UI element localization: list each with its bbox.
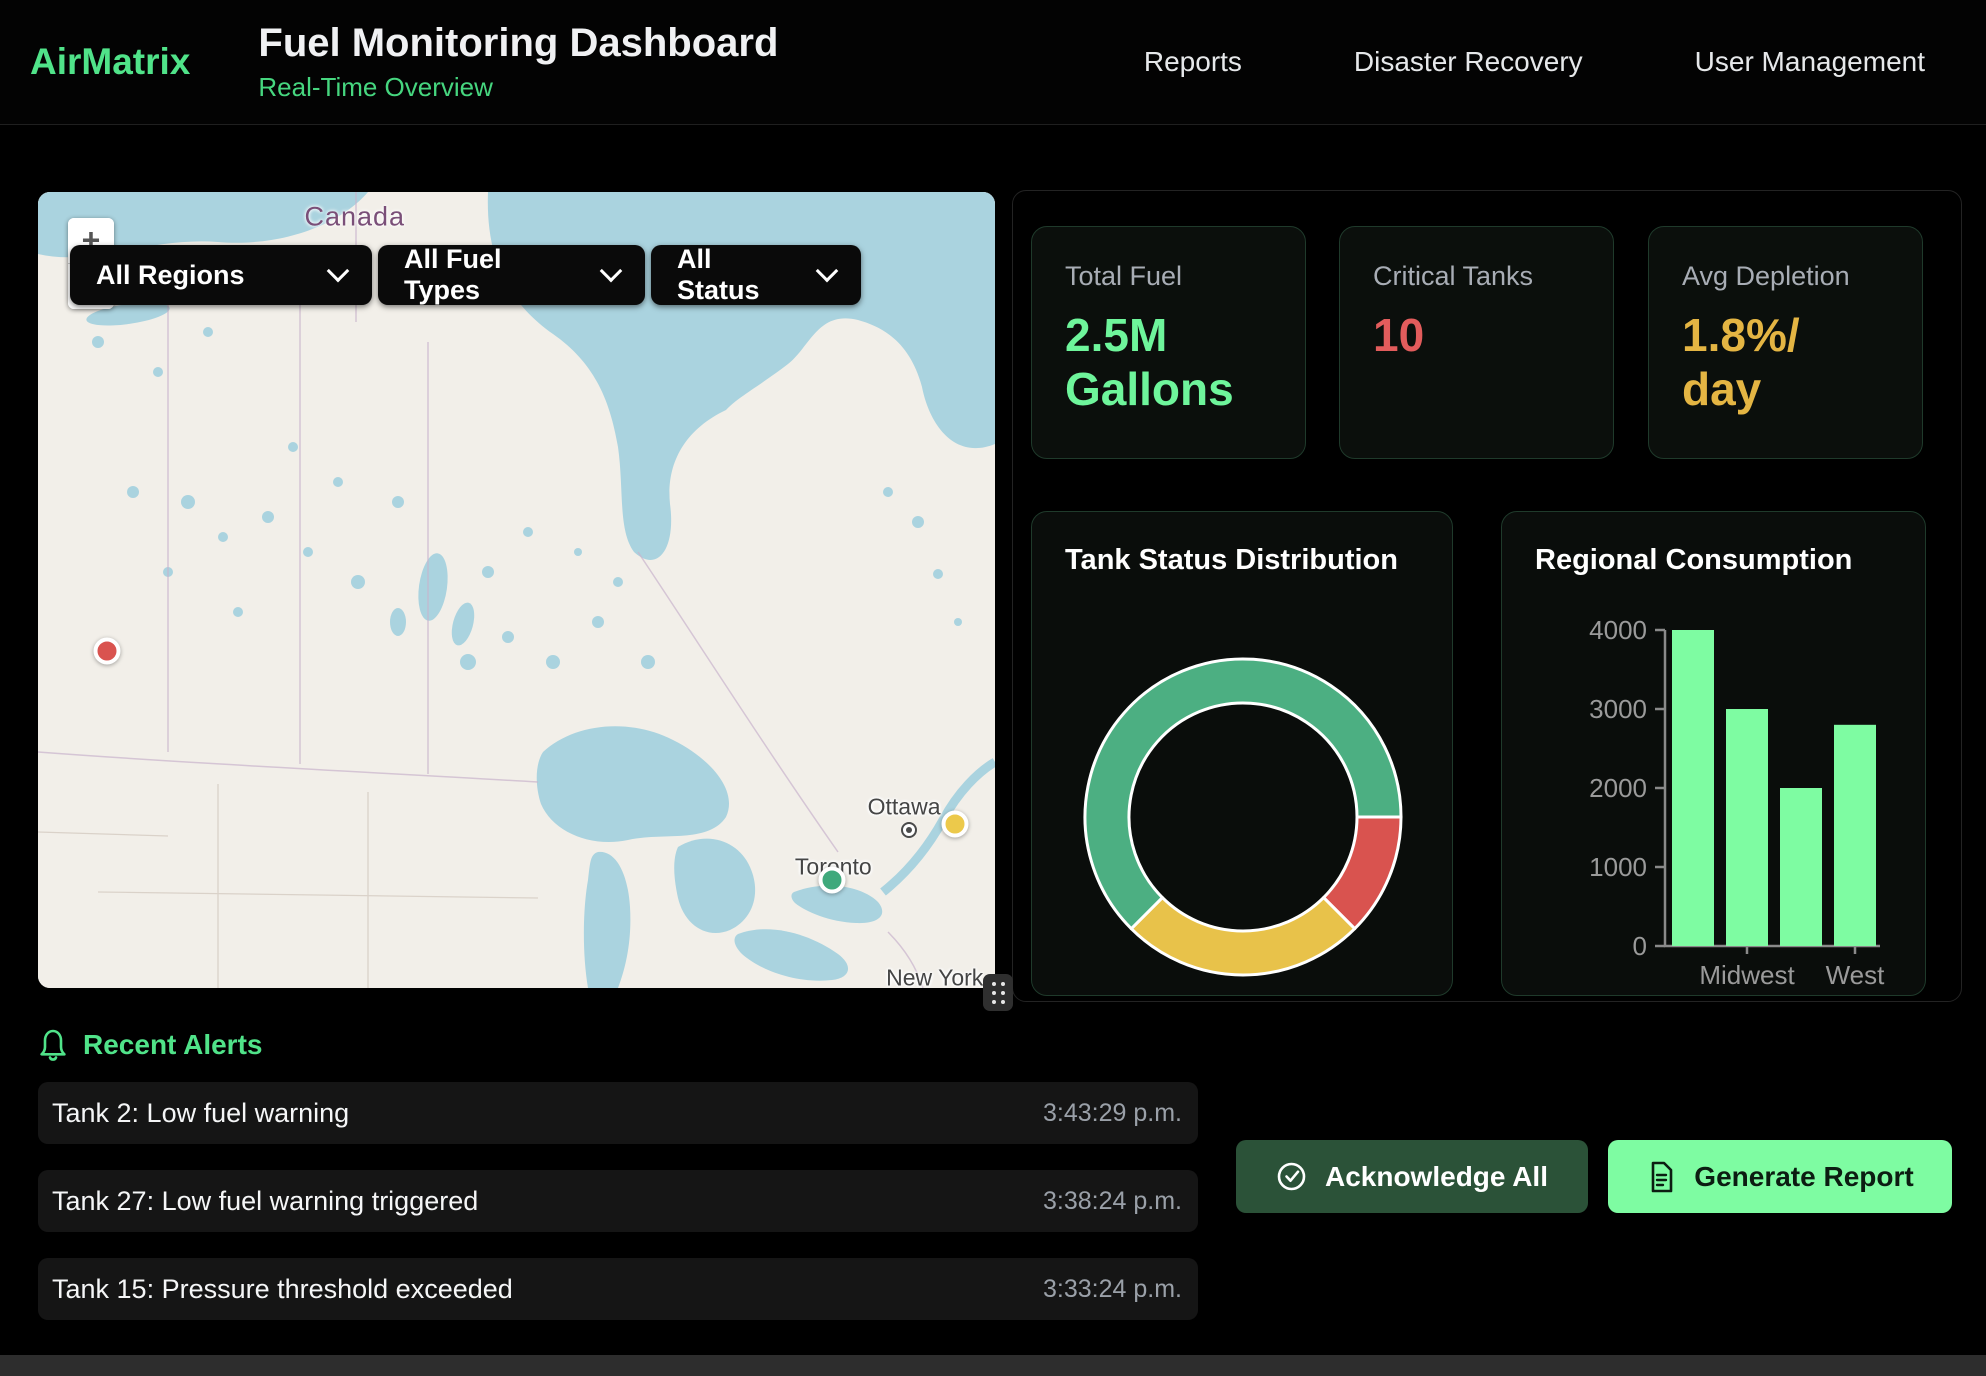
city-label-new-york: New York (886, 964, 983, 988)
alert-row-0: Tank 2: Low fuel warning 3:43:29 p.m. (38, 1082, 1198, 1144)
chevron-down-icon (600, 260, 623, 283)
alert-timestamp: 3:33:24 p.m. (1043, 1275, 1182, 1304)
filter-all-regions[interactable]: All Regions (70, 245, 372, 305)
acknowledge-all-button[interactable]: Acknowledge All (1236, 1140, 1588, 1213)
bar-2 (1780, 788, 1822, 946)
filter-label: All Regions (96, 260, 245, 291)
stat-label: Avg Depletion (1682, 261, 1922, 292)
stat-value: 2.5M Gallons (1065, 308, 1260, 417)
svg-text:West: West (1826, 960, 1886, 990)
title-block: Fuel Monitoring Dashboard Real-Time Over… (258, 21, 778, 103)
svg-text:4000: 4000 (1589, 615, 1647, 645)
bottom-bar (0, 1355, 1986, 1376)
generate-report-button[interactable]: Generate Report (1608, 1140, 1952, 1213)
svg-text:1000: 1000 (1589, 852, 1647, 882)
recent-alerts-heading: Recent Alerts (38, 1028, 262, 1062)
filter-all-status[interactable]: All Status (651, 245, 861, 305)
map-resize-handle[interactable] (983, 974, 1013, 1011)
city-label-ottawa: Ottawa (868, 794, 941, 821)
capital-city-icon (901, 822, 917, 838)
bar-1 (1726, 709, 1768, 946)
fuel-map-panel[interactable]: + − All RegionsAll Fuel TypesAll Status … (38, 192, 995, 988)
generate-report-label: Generate Report (1694, 1161, 1913, 1193)
acknowledge-all-label: Acknowledge All (1325, 1161, 1548, 1193)
brand-logo: AirMatrix (30, 41, 190, 83)
nav-disaster-recovery[interactable]: Disaster Recovery (1354, 46, 1583, 78)
nav-user-management[interactable]: User Management (1695, 46, 1925, 78)
svg-text:0: 0 (1633, 931, 1647, 961)
alert-row-2: Tank 15: Pressure threshold exceeded 3:33… (38, 1258, 1198, 1320)
page-title: Fuel Monitoring Dashboard (258, 21, 778, 65)
alert-row-1: Tank 27: Low fuel warning triggered 3:38:… (38, 1170, 1198, 1232)
map-marker-normal[interactable] (819, 866, 846, 893)
main-nav: Reports Disaster Recovery User Management (1144, 46, 1986, 78)
tank-status-donut-chart (1032, 572, 1453, 996)
alert-message: Tank 2: Low fuel warning (52, 1098, 349, 1129)
nav-reports[interactable]: Reports (1144, 46, 1242, 78)
app-header: AirMatrix Fuel Monitoring Dashboard Real… (0, 0, 1986, 125)
regional-consumption-card: Regional Consumption 01000200030004000Mi… (1501, 511, 1926, 996)
alert-message: Tank 15: Pressure threshold exceeded (52, 1274, 513, 1305)
chevron-down-icon (816, 260, 839, 283)
regional-consumption-bar-chart: 0 1000 2000 3000 4000 Midwest West (1502, 572, 1926, 996)
svg-text:3000: 3000 (1589, 694, 1647, 724)
filter-label: All Fuel Types (404, 244, 579, 306)
bell-icon (38, 1028, 68, 1062)
donut-segment-warning (1131, 898, 1354, 975)
map-marker-warning[interactable] (941, 811, 968, 838)
map-filter-bar: All Regions All Fuel Types All Status (70, 245, 861, 305)
alert-timestamp: 3:38:24 p.m. (1043, 1187, 1182, 1216)
map-marker-critical[interactable] (93, 638, 120, 665)
page-subtitle: Real-Time Overview (258, 72, 778, 103)
bar-0 (1672, 630, 1714, 946)
recent-alerts-label: Recent Alerts (83, 1029, 262, 1061)
check-circle-icon (1276, 1161, 1307, 1192)
alert-timestamp: 3:43:29 p.m. (1043, 1099, 1182, 1128)
stat-value: 1.8%/​day (1682, 308, 1877, 417)
tank-status-card: Tank Status Distribution (1031, 511, 1453, 996)
country-label-canada: Canada (304, 202, 405, 233)
filter-all-fuel-types[interactable]: All Fuel Types (378, 245, 645, 305)
alert-message: Tank 27: Low fuel warning triggered (52, 1186, 478, 1217)
svg-text:2000: 2000 (1589, 773, 1647, 803)
dashboard-panel: Total Fuel 2.5M Gallons Critical Tanks 10 Av… (1012, 190, 1962, 1002)
chevron-down-icon (327, 260, 350, 283)
stat-card-total-fuel: Total Fuel 2.5M Gallons (1031, 226, 1306, 459)
report-document-icon (1646, 1160, 1676, 1194)
stat-label: Critical Tanks (1373, 261, 1613, 292)
bar-3 (1834, 725, 1876, 946)
stat-card-critical-tanks: Critical Tanks 10 (1339, 226, 1614, 459)
stat-card-avg-depletion: Avg Depletion 1.8%/​day (1648, 226, 1923, 459)
stat-value: 10 (1373, 308, 1568, 362)
stat-label: Total Fuel (1065, 261, 1305, 292)
filter-label: All Status (677, 244, 795, 306)
svg-text:Midwest: Midwest (1699, 960, 1795, 990)
